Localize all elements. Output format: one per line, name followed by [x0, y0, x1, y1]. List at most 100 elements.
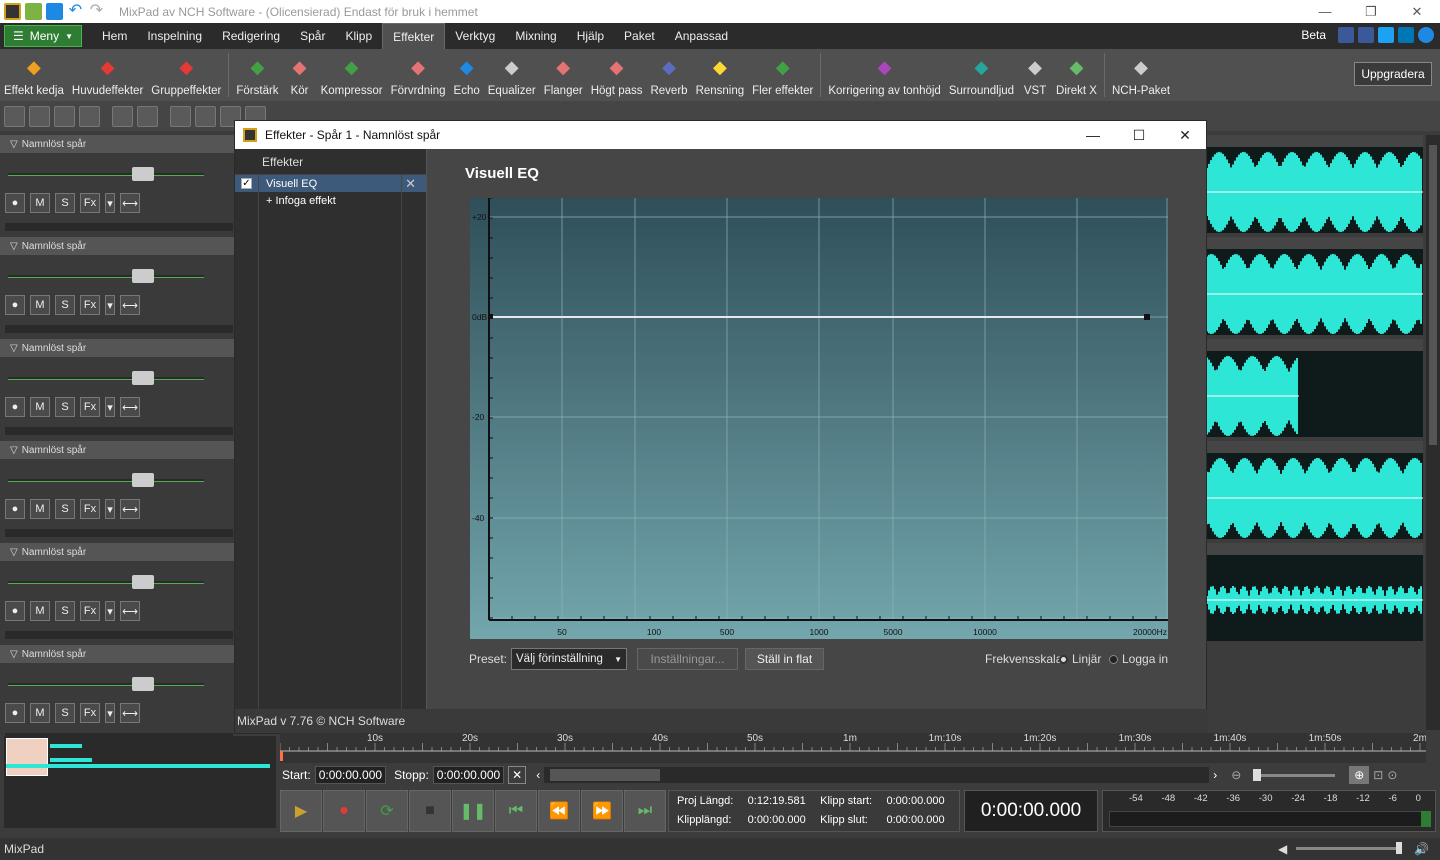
track-title-bar[interactable]: ▽ Namnlöst spår: [0, 441, 234, 459]
go-to-end-icon[interactable]: ⏭: [624, 790, 666, 832]
collapse-icon[interactable]: ▽: [10, 343, 18, 354]
tab-4[interactable]: Klipp: [335, 23, 382, 49]
ribbon-item-16[interactable]: ◆ VST: [1018, 49, 1052, 101]
fx-dropdown-icon[interactable]: ▾: [105, 397, 115, 417]
track-volume-slider[interactable]: [8, 581, 204, 584]
mute-button[interactable]: M: [30, 397, 50, 417]
track-waveform-clip[interactable]: [1207, 237, 1423, 335]
fx-button[interactable]: Fx: [80, 397, 100, 417]
ribbon-item-1[interactable]: ◆ Huvudeffekter: [68, 49, 147, 101]
zoom-fit-icon[interactable]: ⊡: [1373, 768, 1383, 782]
mute-button[interactable]: M: [30, 601, 50, 621]
preset-select[interactable]: Välj förinställning ▼: [511, 648, 627, 670]
track-title-bar[interactable]: ▽ Namnlöst spår: [0, 135, 234, 153]
beta-label[interactable]: Beta: [1301, 28, 1326, 42]
thumbs-up-icon[interactable]: [1338, 27, 1354, 43]
record-arm-button[interactable]: ●: [5, 499, 25, 519]
track-waveform-clip[interactable]: [1207, 339, 1423, 437]
record-arm-button[interactable]: ●: [5, 601, 25, 621]
track-waveform-clip[interactable]: [1207, 441, 1423, 539]
minimize-button[interactable]: —: [1302, 0, 1348, 23]
fx-button[interactable]: Fx: [80, 499, 100, 519]
add-track-icon[interactable]: [4, 105, 25, 127]
record-track-icon[interactable]: [29, 105, 50, 127]
track-waveform-clip[interactable]: [1207, 135, 1423, 233]
settings-button[interactable]: Inställningar...: [637, 648, 738, 670]
collapse-icon[interactable]: ▽: [10, 445, 18, 456]
stop-time-field[interactable]: 0:00:00.000: [432, 766, 505, 784]
ribbon-item-2[interactable]: ◆ Gruppeffekter: [147, 49, 225, 101]
volume-icon[interactable]: 🔊: [1414, 842, 1429, 856]
vertical-scrollbar[interactable]: [1426, 135, 1440, 730]
volume-knob[interactable]: [132, 269, 154, 283]
facebook-icon[interactable]: [1358, 27, 1374, 43]
ribbon-item-12[interactable]: ◆ Rensning: [692, 49, 749, 101]
twitter-icon[interactable]: [1378, 27, 1394, 43]
fx-dropdown-icon[interactable]: ▾: [105, 295, 115, 315]
tab-8[interactable]: Hjälp: [567, 23, 614, 49]
fx-button[interactable]: Fx: [80, 193, 100, 213]
collapse-icon[interactable]: ▽: [10, 649, 18, 660]
collapse-icon[interactable]: ▽: [10, 241, 18, 252]
mix-icon[interactable]: [112, 105, 133, 127]
metronome-icon[interactable]: [170, 105, 191, 127]
ribbon-item-6[interactable]: ◆ Förvrdning: [387, 49, 450, 101]
fx-dropdown-icon[interactable]: ▾: [105, 193, 115, 213]
linkedin-icon[interactable]: [1398, 27, 1414, 43]
track-volume-slider[interactable]: [8, 377, 204, 380]
track-header[interactable]: ▽ Namnlöst spår ● M S Fx ▾ ⟷: [0, 135, 234, 237]
record-arm-button[interactable]: ●: [5, 193, 25, 213]
record-arm-button[interactable]: ●: [5, 703, 25, 723]
rewind-icon[interactable]: ⏪: [538, 790, 580, 832]
volume-knob[interactable]: [132, 167, 154, 181]
undo-icon[interactable]: ↶: [67, 3, 84, 20]
tab-0[interactable]: Hem: [92, 23, 137, 49]
pause-icon[interactable]: ❚❚: [452, 790, 494, 832]
solo-button[interactable]: S: [55, 703, 75, 723]
tab-10[interactable]: Anpassad: [665, 23, 738, 49]
mute-button[interactable]: M: [30, 295, 50, 315]
tab-1[interactable]: Inspelning: [137, 23, 212, 49]
scroll-left-icon[interactable]: ‹: [536, 768, 540, 782]
track-title-bar[interactable]: ▽ Namnlöst spår: [0, 543, 234, 561]
solo-button[interactable]: S: [55, 193, 75, 213]
track-pan-bar[interactable]: [5, 631, 233, 639]
linear-radio[interactable]: Linjär: [1059, 652, 1101, 666]
mute-button[interactable]: M: [30, 499, 50, 519]
playhead-marker[interactable]: [280, 751, 283, 761]
stop-icon[interactable]: ■: [409, 790, 451, 832]
track-title-bar[interactable]: ▽ Namnlöst spår: [0, 237, 234, 255]
volume-knob[interactable]: [132, 575, 154, 589]
eq-handle[interactable]: [488, 314, 493, 319]
play-icon[interactable]: ▶: [280, 790, 322, 832]
volume-knob[interactable]: [132, 371, 154, 385]
solo-button[interactable]: S: [55, 601, 75, 621]
close-button[interactable]: ✕: [1394, 0, 1440, 23]
collapse-icon[interactable]: ▽: [10, 139, 18, 150]
ribbon-item-5[interactable]: ◆ Kompressor: [317, 49, 387, 101]
start-time-field[interactable]: 0:00:00.000: [314, 766, 387, 784]
volume-slider[interactable]: [1296, 842, 1402, 854]
dialog-minimize-button[interactable]: —: [1070, 121, 1116, 149]
track-header[interactable]: ▽ Namnlöst spår ● M S Fx ▾ ⟷: [0, 339, 234, 441]
mute-button[interactable]: M: [30, 703, 50, 723]
track-title-bar[interactable]: ▽ Namnlöst spår: [0, 339, 234, 357]
dialog-maximize-button[interactable]: ☐: [1116, 121, 1162, 149]
dialog-close-button[interactable]: ✕: [1162, 121, 1208, 149]
fx-dropdown-icon[interactable]: ▾: [105, 601, 115, 621]
collapse-icon[interactable]: ▽: [10, 547, 18, 558]
solo-button[interactable]: S: [55, 295, 75, 315]
log-radio[interactable]: Logga in: [1109, 652, 1168, 666]
tab-2[interactable]: Redigering: [212, 23, 290, 49]
record-icon[interactable]: ●: [323, 790, 365, 832]
volume-knob[interactable]: [132, 473, 154, 487]
ribbon-item-8[interactable]: ◆ Equalizer: [484, 49, 540, 101]
zoom-slider[interactable]: [1253, 768, 1336, 781]
pan-icon[interactable]: ⟷: [120, 193, 140, 213]
record-arm-button[interactable]: ●: [5, 397, 25, 417]
import-icon[interactable]: [54, 105, 75, 127]
ribbon-item-13[interactable]: ◆ Fler effekter: [748, 49, 817, 101]
volume-knob[interactable]: [132, 677, 154, 691]
upgrade-button[interactable]: Uppgradera: [1354, 62, 1432, 86]
tab-9[interactable]: Paket: [614, 23, 665, 49]
